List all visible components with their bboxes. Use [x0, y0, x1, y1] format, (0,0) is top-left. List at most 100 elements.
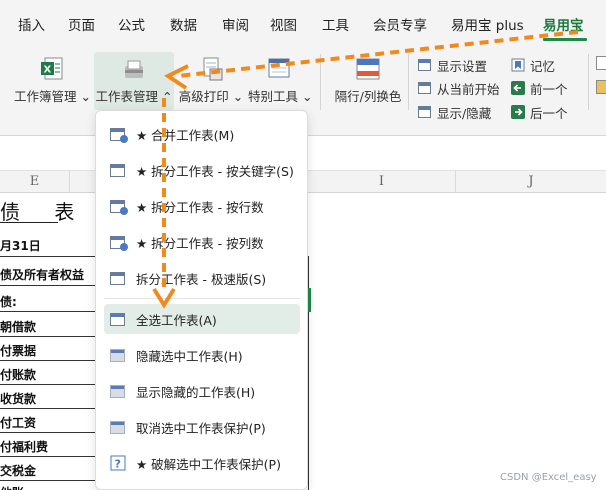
table-cell: 付票据	[0, 344, 37, 358]
menu-item-label: ★ 破解选中工作表保护(P)	[136, 456, 281, 472]
cell-selection-marker	[308, 288, 311, 312]
overflow-icon[interactable]	[596, 80, 606, 94]
special-tools-icon	[266, 56, 292, 82]
menu-item-label: 全选工作表(A)	[136, 312, 217, 328]
ribbon-tab-bar: 插入 页面 公式 数据 审阅 视图 工具 会员专享 易用宝 plus 易用宝	[0, 0, 606, 42]
table-cell: 交税金	[0, 464, 37, 478]
table-cell: 他账	[0, 484, 24, 490]
next-button[interactable]: 后一个	[511, 103, 568, 121]
sheet-date: 月31日	[0, 239, 41, 253]
advanced-print-label: 高级打印 ⌄	[178, 89, 244, 104]
special-tools-label: 特别工具 ⌄	[248, 89, 313, 104]
split-by-cols-icon	[110, 234, 128, 251]
table-border	[0, 360, 95, 361]
svg-text:?: ?	[115, 458, 121, 471]
sheet-mgmt-dropdown: ★ 合并工作表(M) ★ 拆分工作表 - 按关键字(S) ★ 拆分工作表 - 按…	[95, 110, 308, 490]
overflow-icon[interactable]	[596, 56, 606, 70]
table-border	[0, 336, 95, 337]
menu-item-split-fast[interactable]: 拆分工作表 - 极速版(S)	[104, 263, 300, 293]
active-tab-indicator	[543, 38, 587, 41]
arrow-right-icon	[511, 105, 525, 119]
menu-item-merge-sheets[interactable]: ★ 合并工作表(M)	[104, 119, 300, 149]
table-cell: 收货款	[0, 392, 37, 406]
ribbon-divider	[320, 54, 321, 110]
tab-page[interactable]: 页面	[68, 14, 95, 34]
menu-item-label: 显示隐藏的工作表(H)	[136, 384, 256, 400]
advanced-print-button[interactable]: 高级打印 ⌄	[178, 56, 244, 106]
table-cell: 朝借款	[0, 320, 37, 334]
display-settings-label: 显示设置	[437, 58, 488, 74]
tab-tools[interactable]: 工具	[322, 14, 349, 34]
menu-item-select-all-sheets[interactable]: 全选工作表(A)	[104, 304, 300, 334]
menu-item-split-by-key[interactable]: ★ 拆分工作表 - 按关键字(S)	[104, 155, 300, 185]
column-header-e[interactable]: E	[0, 171, 70, 193]
hide-sheets-icon	[110, 347, 126, 363]
prev-button[interactable]: 前一个	[511, 79, 568, 97]
menu-item-label: ★ 合并工作表(M)	[136, 127, 235, 143]
show-hidden-sheets-icon	[110, 383, 126, 399]
question-icon: ?	[110, 455, 126, 471]
tab-easyuse[interactable]: 易用宝	[543, 14, 584, 34]
menu-item-split-by-cols[interactable]: ★ 拆分工作表 - 按列数	[104, 227, 300, 257]
remember-button[interactable]: 记忆	[511, 56, 555, 74]
ribbon-divider	[408, 54, 409, 110]
excel-workbook-icon: X	[39, 56, 65, 82]
tab-review[interactable]: 审阅	[222, 14, 249, 34]
tab-view[interactable]: 视图	[270, 14, 297, 34]
menu-item-label: ★ 拆分工作表 - 按关键字(S)	[136, 163, 294, 179]
workbook-mgmt-label: 工作簿管理 ⌄	[14, 89, 91, 104]
show-hide-label: 显示/隐藏	[437, 105, 492, 121]
next-label: 后一个	[530, 105, 568, 121]
sheet-title: 债 表	[0, 200, 89, 224]
sheet-mgmt-button[interactable]: 工作表管理 ⌃	[94, 52, 174, 110]
ribbon-divider	[588, 54, 589, 110]
menu-item-hide-sheets[interactable]: 隐藏选中工作表(H)	[104, 340, 300, 370]
tab-data[interactable]: 数据	[170, 14, 197, 34]
unprotect-sheets-icon	[110, 419, 126, 435]
menu-item-show-hidden-sheets[interactable]: 显示隐藏的工作表(H)	[104, 376, 300, 406]
split-by-rows-icon	[110, 198, 128, 215]
table-border	[0, 256, 95, 257]
tab-easyuse-plus[interactable]: 易用宝 plus	[451, 14, 524, 34]
arrow-left-icon	[511, 81, 525, 95]
tab-formula[interactable]: 公式	[118, 14, 145, 34]
svg-text:X: X	[44, 65, 52, 76]
remember-label: 记忆	[530, 58, 556, 74]
printer-icon	[198, 56, 224, 82]
bookmark-icon	[511, 58, 525, 72]
workbook-mgmt-button[interactable]: X 工作簿管理 ⌄	[14, 56, 91, 106]
row-col-color-button[interactable]: 隔行/列换色	[332, 56, 404, 106]
menu-item-label: 取消选中工作表保护(P)	[136, 420, 266, 436]
display-settings-button[interactable]: 显示设置	[418, 56, 487, 74]
table-border	[0, 384, 95, 385]
show-hide-button[interactable]: 显示/隐藏	[418, 103, 491, 121]
select-all-sheets-icon	[110, 311, 126, 327]
merge-sheets-icon	[110, 126, 128, 143]
menu-item-split-by-rows[interactable]: ★ 拆分工作表 - 按行数	[104, 191, 300, 221]
from-current-start-button[interactable]: 从当前开始	[418, 79, 500, 97]
menu-separator	[104, 298, 300, 299]
special-tools-button[interactable]: 特别工具 ⌄	[248, 56, 313, 106]
sheet-mgmt-icon	[121, 56, 147, 82]
column-header-i[interactable]: I	[308, 171, 456, 193]
split-by-key-icon	[110, 162, 126, 178]
menu-item-label: 拆分工作表 - 极速版(S)	[136, 271, 267, 287]
table-border	[0, 432, 95, 433]
table-border	[0, 408, 95, 409]
table-border	[0, 285, 95, 286]
row-color-icon	[355, 56, 381, 82]
table-cell: 付工资	[0, 416, 37, 430]
menu-item-label: 隐藏选中工作表(H)	[136, 348, 243, 364]
display-settings-icon	[418, 58, 432, 72]
title-underline	[0, 222, 58, 223]
row-col-color-label: 隔行/列换色	[334, 89, 402, 104]
menu-item-unprotect-sheets[interactable]: 取消选中工作表保护(P)	[104, 412, 300, 442]
tab-insert[interactable]: 插入	[18, 14, 45, 34]
split-fast-icon	[110, 270, 126, 286]
table-cell: 债:	[0, 295, 17, 309]
menu-item-label: ★ 拆分工作表 - 按列数	[136, 235, 264, 251]
table-cell: 债及所有者权益	[0, 268, 85, 282]
tab-member[interactable]: 会员专享	[373, 14, 427, 34]
column-header-j[interactable]: J	[456, 171, 606, 193]
menu-item-crack-protection[interactable]: ? ★ 破解选中工作表保护(P)	[104, 448, 300, 478]
